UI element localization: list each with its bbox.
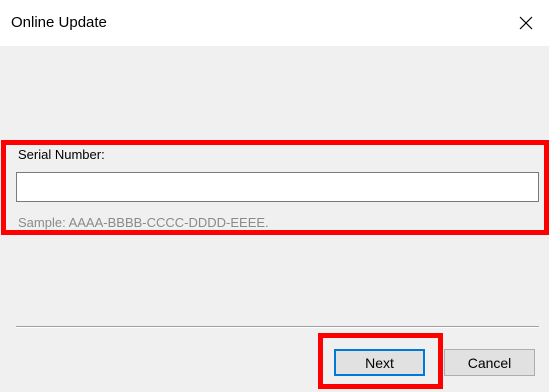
cancel-button[interactable]: Cancel — [444, 349, 535, 376]
close-button[interactable] — [503, 0, 549, 46]
next-button[interactable]: Next — [334, 349, 425, 376]
online-update-dialog: Online Update Serial Number: Sample: AAA… — [0, 0, 549, 392]
serial-number-input[interactable] — [16, 172, 539, 202]
divider — [16, 326, 539, 328]
window-frame — [0, 46, 6, 392]
serial-number-label: Serial Number: — [18, 147, 105, 162]
serial-sample-hint: Sample: AAAA-BBBB-CCCC-DDDD-EEEE. — [18, 215, 269, 230]
close-icon — [519, 16, 533, 30]
window-title: Online Update — [11, 14, 107, 31]
title-bar: Online Update — [0, 0, 549, 46]
